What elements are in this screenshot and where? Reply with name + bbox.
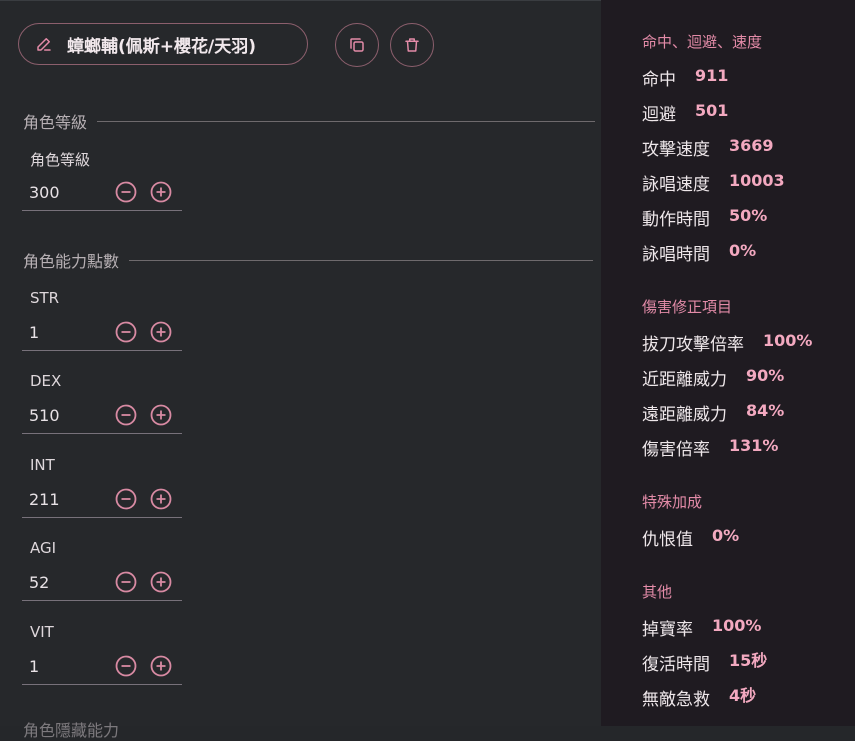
field-label: AGI (30, 539, 57, 557)
int-input[interactable]: 211 (22, 484, 182, 518)
editor-panel: 蟑螂輔(佩斯+櫻花/天羽) 角色等級 角色等級 300 角色能力點數 STR 1 (0, 0, 601, 740)
stat-drop-rate: 掉寶率 100% (642, 616, 762, 640)
stat-revive-time: 復活時間 15秒 (642, 651, 768, 675)
plus-circle-icon[interactable] (150, 488, 172, 510)
minus-circle-icon[interactable] (115, 404, 137, 426)
stat-aggro: 仇恨值 0% (642, 526, 740, 550)
stat-damage-rate: 傷害倍率 131% (642, 436, 779, 460)
vit-input[interactable]: 1 (22, 651, 182, 685)
field-level: 角色等級 300 (22, 149, 182, 211)
plus-circle-icon[interactable] (150, 571, 172, 593)
pencil-icon (37, 38, 51, 51)
field-value[interactable]: 211 (29, 490, 60, 509)
field-label: VIT (30, 623, 54, 641)
field-label: 角色等級 (30, 151, 91, 169)
group-title-damage-modifiers: 傷害修正項目 (642, 298, 733, 316)
stat-long-range: 遠距離威力 84% (642, 401, 785, 425)
field-value[interactable]: 1 (29, 323, 39, 342)
stat-unsheathe-rate: 拔刀攻擊倍率 100% (642, 331, 813, 355)
group-title-special-bonus: 特殊加成 (642, 493, 703, 511)
field-value[interactable]: 510 (29, 406, 60, 425)
copy-icon (350, 38, 364, 52)
copy-button[interactable] (335, 23, 379, 67)
stat-cast-speed: 詠唱速度 10003 (642, 171, 785, 195)
plus-circle-icon[interactable] (150, 321, 172, 343)
character-name: 蟑螂輔(佩斯+櫻花/天羽) (67, 36, 256, 57)
stat-invincible-aid: 無敵急救 4秒 (642, 686, 757, 710)
stat-cast-time: 詠唱時間 0% (642, 241, 757, 265)
str-input[interactable]: 1 (22, 317, 182, 351)
minus-circle-icon[interactable] (115, 571, 137, 593)
minus-circle-icon[interactable] (115, 488, 137, 510)
section-hidden-stats-title: 角色隱藏能力 (23, 721, 120, 740)
delete-button[interactable] (390, 23, 434, 67)
agi-input[interactable]: 52 (22, 567, 182, 601)
field-str: STR 1 (22, 289, 182, 351)
plus-circle-icon[interactable] (150, 404, 172, 426)
minus-circle-icon[interactable] (115, 321, 137, 343)
section-stats-title: 角色能力點數 (23, 248, 594, 272)
character-name-button[interactable]: 蟑螂輔(佩斯+櫻花/天羽) (18, 23, 308, 65)
stat-attack-speed: 攻擊速度 3669 (642, 136, 774, 160)
minus-circle-icon[interactable] (115, 181, 137, 203)
field-vit: VIT 1 (22, 623, 182, 685)
field-dex: DEX 510 (22, 372, 182, 434)
field-label: STR (30, 289, 60, 307)
group-title-hit-evade-speed: 命中、迴避、速度 (642, 33, 763, 51)
field-agi: AGI 52 (22, 539, 182, 601)
stat-hit: 命中 911 (642, 66, 729, 90)
group-title-other: 其他 (642, 583, 673, 601)
field-value[interactable]: 52 (29, 573, 49, 592)
stat-motion-time: 動作時間 50% (642, 206, 768, 230)
stats-summary-panel: 命中、迴避、速度 命中 911 迴避 501 攻擊速度 3669 詠唱速度 10003 … (601, 0, 855, 726)
field-label: INT (30, 456, 55, 474)
section-divider (129, 259, 594, 261)
field-int: INT 211 (22, 456, 182, 518)
field-value[interactable]: 300 (29, 183, 60, 202)
dex-input[interactable]: 510 (22, 400, 182, 434)
minus-circle-icon[interactable] (115, 655, 137, 677)
level-input[interactable]: 300 (22, 177, 182, 211)
stat-evade: 迴避 501 (642, 101, 729, 125)
field-value[interactable]: 1 (29, 657, 39, 676)
trash-icon (405, 38, 419, 52)
plus-circle-icon[interactable] (150, 181, 172, 203)
section-level-title: 角色等級 (23, 109, 596, 133)
section-divider (97, 120, 596, 122)
field-label: DEX (30, 372, 62, 390)
plus-circle-icon[interactable] (150, 655, 172, 677)
stat-short-range: 近距離威力 90% (642, 366, 785, 390)
